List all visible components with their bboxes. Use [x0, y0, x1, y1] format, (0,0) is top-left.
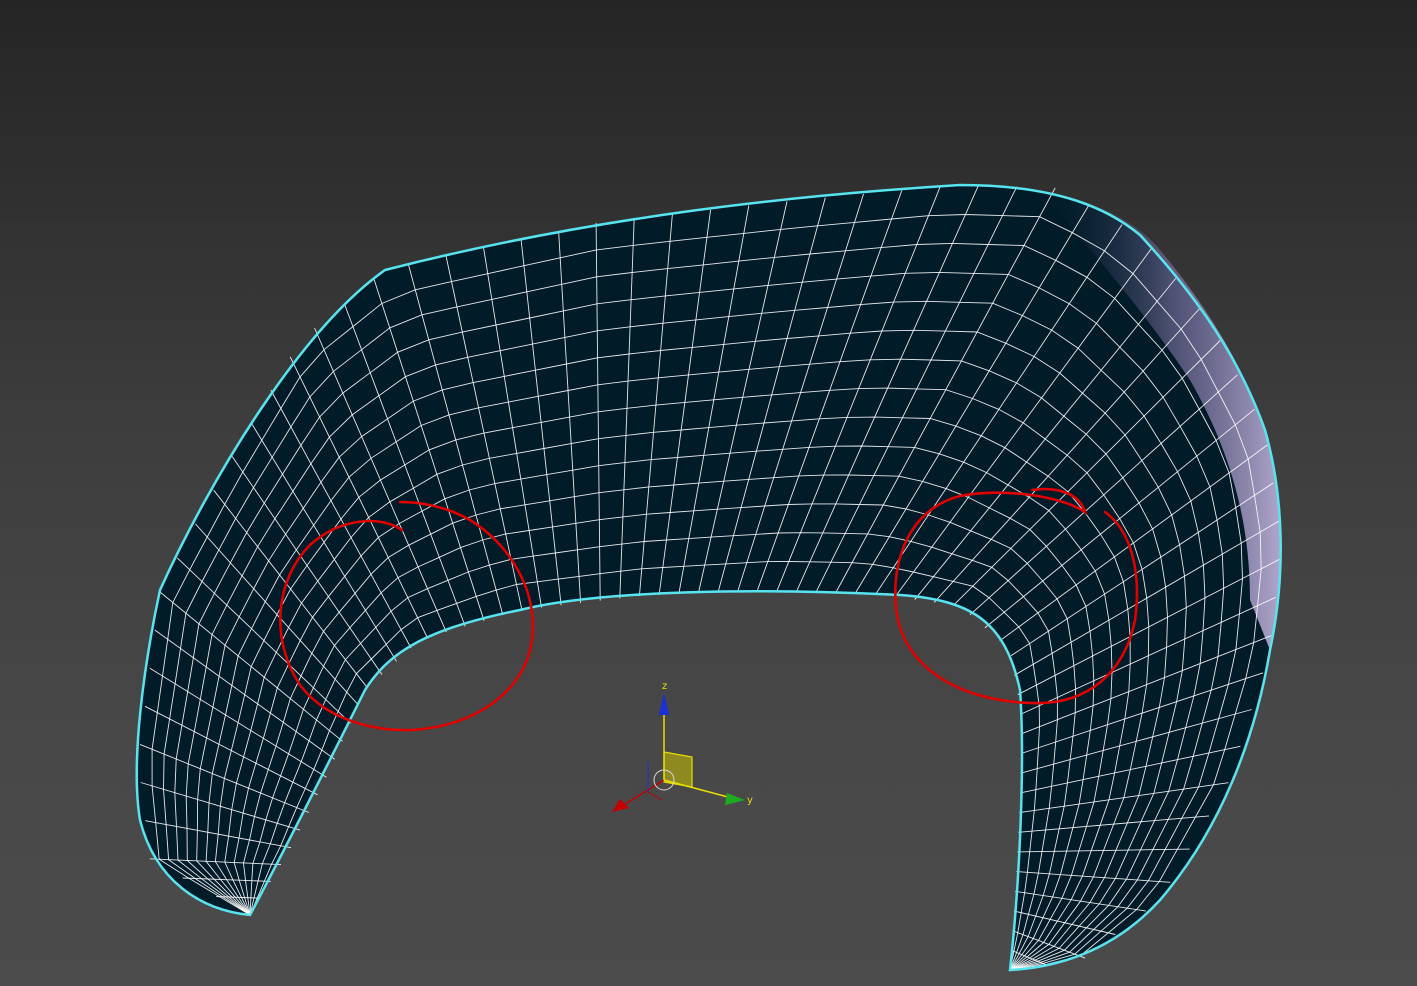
- x-axis-arrow[interactable]: [612, 799, 629, 812]
- mesh-object[interactable]: [135, 183, 1282, 972]
- y-axis-label: y: [747, 795, 753, 806]
- mesh-surface: [136, 185, 1281, 970]
- viewport-scene[interactable]: y z: [0, 0, 1417, 986]
- 3d-viewport[interactable]: y z: [0, 0, 1417, 986]
- transform-gizmo[interactable]: y z: [612, 681, 753, 812]
- y-axis-arrow[interactable]: [725, 793, 745, 805]
- gizmo-corner-x: [647, 791, 663, 801]
- z-axis-label: z: [662, 681, 667, 692]
- z-axis-arrow[interactable]: [659, 693, 669, 715]
- x-axis-line[interactable]: [621, 779, 665, 807]
